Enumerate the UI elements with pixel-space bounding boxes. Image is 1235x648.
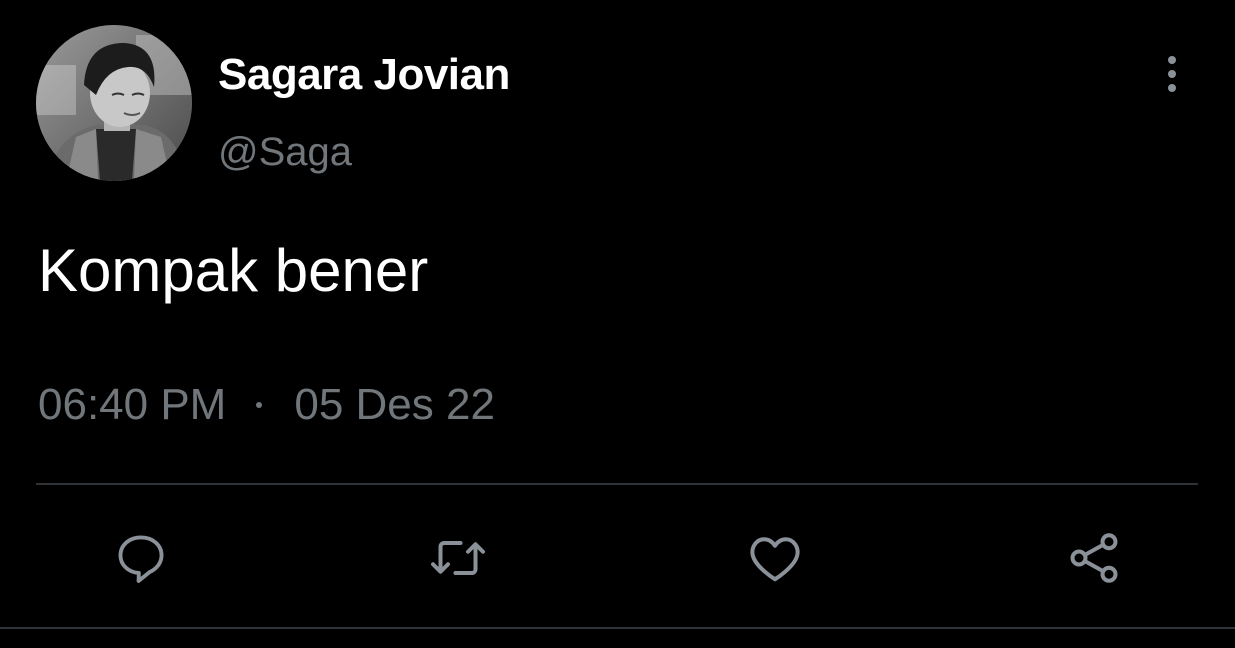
author-handle[interactable]: @Saga	[218, 130, 352, 175]
user-avatar-icon	[36, 25, 192, 181]
more-vertical-icon	[1168, 56, 1176, 64]
retweet-icon	[431, 541, 485, 575]
share-button[interactable]	[1064, 528, 1124, 588]
tweet-date: 05 Des 22	[294, 380, 495, 429]
reply-icon	[118, 535, 164, 583]
tweet-time: 06:40 PM	[38, 380, 227, 429]
heart-icon	[750, 537, 800, 582]
separator-dot	[256, 402, 263, 408]
tweet-text: Kompak bener	[38, 237, 429, 304]
divider	[36, 483, 1198, 485]
retweet-button[interactable]	[428, 528, 488, 588]
more-vertical-icon-dot	[1168, 70, 1176, 78]
reply-button[interactable]	[111, 528, 171, 588]
share-icon	[1070, 533, 1118, 583]
tweet-timestamp[interactable]: 06:40 PM 05 Des 22	[38, 380, 495, 430]
author-display-name[interactable]: Sagara Jovian	[218, 50, 510, 100]
avatar[interactable]	[36, 25, 192, 181]
like-button[interactable]	[745, 528, 805, 588]
more-vertical-icon-dot	[1168, 84, 1176, 92]
bottom-divider	[0, 627, 1235, 629]
more-options-button[interactable]	[1150, 52, 1194, 96]
tweet-card: Sagara Jovian @Saga Kompak bener 06:40 P…	[0, 0, 1235, 648]
